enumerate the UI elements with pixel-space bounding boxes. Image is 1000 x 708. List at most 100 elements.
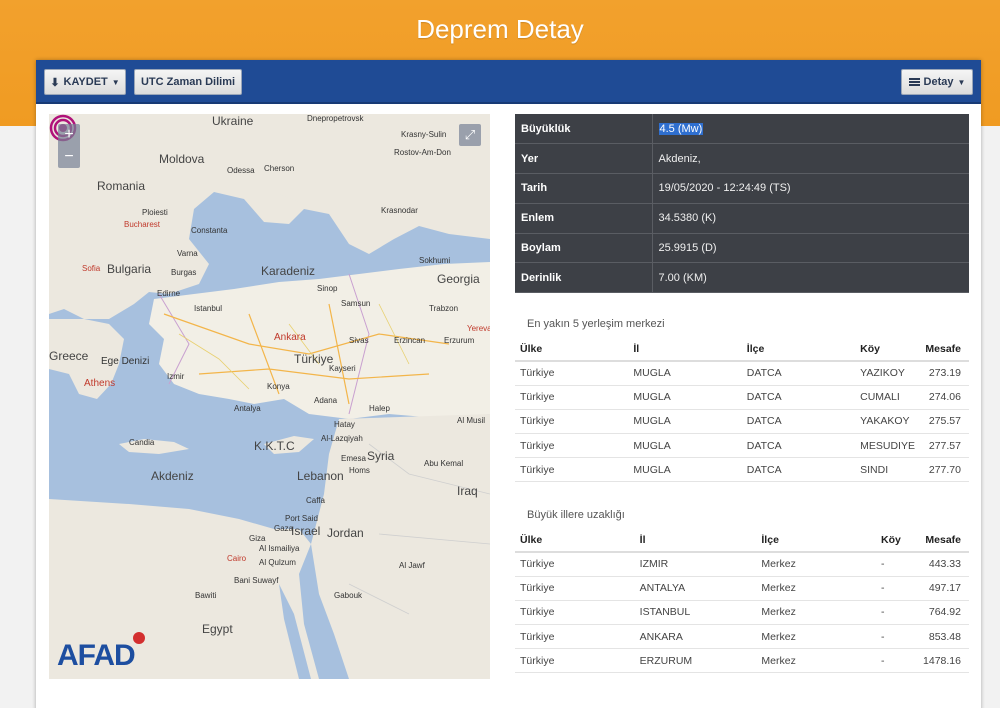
table-cell: Merkez	[756, 576, 877, 601]
column-header: İlçe	[756, 529, 877, 553]
table-row: Türkiye MUGLA DATCA CUMALI 274.06	[515, 385, 969, 410]
table-cell: Türkiye	[515, 648, 635, 674]
table-cell: ANKARA	[634, 624, 757, 650]
detail-menu-button[interactable]: Detay ▼	[901, 69, 973, 95]
map-label-sochi: Sokhumi	[419, 256, 451, 265]
table-cell: ISTANBUL	[634, 600, 757, 626]
map-label-ege: Ege Denizi	[101, 356, 150, 367]
table-cell: 764.92	[917, 600, 969, 626]
table-cell: 274.06	[919, 385, 969, 410]
map-label-izmir: Izmir	[167, 372, 185, 381]
table-cell: IZMIR	[634, 552, 757, 577]
map-label-dnepro: Dnepropetrovsk	[307, 114, 364, 123]
map-label-varna: Varna	[177, 249, 198, 258]
map-label-sofia: Sofia	[82, 264, 101, 273]
table-cell: -	[876, 576, 918, 601]
map-label-antalya: Antalya	[234, 404, 261, 413]
info-row: Tarih 19/05/2020 - 12:24:49 (TS)	[515, 173, 969, 204]
map-label-giza: Giza	[249, 534, 266, 543]
map-label-cairo: Cairo	[227, 554, 247, 563]
list-icon	[908, 77, 920, 87]
map-label-halep: Halep	[369, 404, 390, 413]
map-label-egypt: Egypt	[202, 622, 233, 636]
map-label-krasnodar: Krasnodar	[381, 206, 418, 215]
table-cell: Merkez	[756, 600, 877, 626]
info-value[interactable]: Akdeniz,	[652, 143, 969, 175]
detail-panel: ⬇ KAYDET ▼ UTC Zaman Dilimi Detay ▼ Ukra…	[36, 60, 981, 708]
table-cell: MESUDIYE	[855, 433, 920, 459]
info-row: Yer Akdeniz,	[515, 143, 969, 175]
cities-title: Büyük illere uzaklığı	[527, 509, 625, 521]
info-value[interactable]: 34.5380 (K)	[652, 203, 969, 234]
table-cell: Türkiye	[515, 576, 635, 601]
info-key: Büyüklük	[515, 114, 653, 145]
map-label-georgia: Georgia	[437, 272, 480, 286]
map-label-erzincan: Erzincan	[394, 336, 426, 345]
nearest-title: En yakın 5 yerleşim merkezi	[527, 318, 665, 330]
caret-down-icon: ▼	[111, 77, 120, 87]
info-value[interactable]: 25.9915 (D)	[652, 233, 969, 264]
zoom-in-button[interactable]: +	[58, 124, 80, 146]
table-cell: MUGLA	[628, 361, 742, 386]
fullscreen-button[interactable]: ⤢	[459, 124, 481, 146]
table-cell: 277.57	[919, 433, 969, 459]
save-button[interactable]: ⬇ KAYDET ▼	[44, 69, 126, 95]
map-label-caffa: Caffa	[306, 496, 325, 505]
map-label-jordan: Jordan	[327, 526, 364, 540]
map-label-israel: Israel	[291, 524, 321, 538]
turkish-flag-icon	[133, 632, 145, 644]
column-header: Köy	[855, 338, 920, 362]
map-base	[49, 114, 490, 679]
info-row: Büyüklük 4.5 (Mw)	[515, 114, 969, 145]
map-label-krasny: Krasny-Sulin	[401, 130, 447, 139]
info-key: Enlem	[515, 203, 653, 234]
utc-timezone-button[interactable]: UTC Zaman Dilimi	[134, 69, 242, 95]
column-header: İl	[634, 529, 757, 553]
map-label-yerevan: Yerevan	[467, 324, 490, 333]
map-label-greece: Greece	[49, 349, 89, 363]
table-cell: -	[876, 624, 918, 650]
map-label-ploiesti: Ploiesti	[142, 208, 168, 217]
table-row: Türkiye ANKARA Merkez -853.48	[515, 624, 969, 650]
map-label-gaza: Gaza	[274, 524, 294, 533]
map-label-burgas: Burgas	[171, 268, 197, 277]
info-value[interactable]: 7.00 (KM)	[652, 262, 969, 294]
earthquake-map[interactable]: Ukraine Moldova Romania Bulgaria Karaden…	[49, 114, 490, 679]
table-row: Türkiye MUGLA DATCA SINDI 277.70	[515, 457, 969, 483]
table-row: Türkiye MUGLA DATCA YAZIKOY 273.19	[515, 361, 969, 386]
table-cell: 275.57	[919, 409, 969, 435]
info-value-text: 19/05/2020 - 12:24:49 (TS)	[658, 182, 791, 195]
table-cell: Türkiye	[515, 600, 635, 626]
info-key: Yer	[515, 143, 653, 175]
table-cell: DATCA	[741, 409, 856, 435]
column-header: Ülke	[515, 529, 635, 553]
major-cities-table: Ülke İl İlçe Köy Mesafe Türkiye IZMIR Merkez -4…	[515, 529, 969, 674]
info-value[interactable]: 4.5 (Mw)	[652, 114, 969, 145]
map-label-romania: Romania	[97, 179, 146, 193]
info-row: Enlem 34.5380 (K)	[515, 203, 969, 234]
map-label-iraq: Iraq	[457, 484, 478, 498]
table-cell: Merkez	[756, 624, 877, 650]
info-key: Derinlik	[515, 262, 653, 294]
table-cell: 853.48	[917, 624, 969, 650]
info-value[interactable]: 19/05/2020 - 12:24:49 (TS)	[652, 173, 969, 204]
table-cell: MUGLA	[628, 409, 742, 435]
map-label-ukraine: Ukraine	[212, 114, 254, 128]
table-row: Türkiye MUGLA DATCA YAKAKOY 275.57	[515, 409, 969, 435]
map-label-moldova: Moldova	[159, 152, 205, 166]
table-row: Türkiye ERZURUM Merkez -1478.16	[515, 648, 969, 674]
info-row: Derinlik 7.00 (KM)	[515, 262, 969, 294]
table-cell: -	[876, 600, 918, 626]
map-label-konya: Konya	[267, 382, 290, 391]
info-row: Boylam 25.9915 (D)	[515, 233, 969, 264]
map-label-odessa: Odessa	[227, 166, 255, 175]
table-cell: Türkiye	[515, 361, 629, 386]
table-cell: MUGLA	[628, 385, 742, 410]
map-label-istanbul: Istanbul	[194, 304, 223, 313]
table-cell: DATCA	[741, 385, 856, 410]
nearest-settlements-table: Ülke İl İlçe Köy Mesafe Türkiye MUGLA DATCA YAZ…	[515, 338, 969, 483]
table-cell: DATCA	[741, 433, 856, 459]
table-cell: SINDI	[855, 457, 920, 483]
map-label-bulgaria: Bulgaria	[107, 262, 152, 276]
zoom-out-button[interactable]: −	[58, 146, 80, 168]
